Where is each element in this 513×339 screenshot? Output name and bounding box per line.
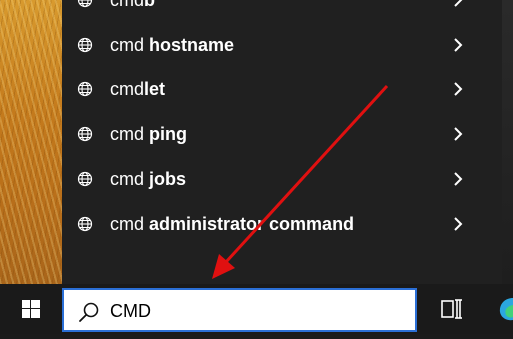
suggestion-label: cmd jobs bbox=[110, 169, 186, 190]
suggestion-completion: administrator command bbox=[149, 214, 355, 234]
suggestion-completion: b bbox=[144, 0, 156, 10]
suggestion-label: cmd hostname bbox=[110, 35, 234, 56]
windows-logo-icon bbox=[22, 300, 40, 318]
suggestion-query-prefix: cmd bbox=[110, 169, 150, 189]
suggestion-item[interactable]: cmd administrator command bbox=[62, 202, 502, 246]
suggestion-completion: let bbox=[144, 79, 166, 99]
suggestion-label: cmd administrator command bbox=[110, 214, 354, 235]
chevron-right-icon[interactable] bbox=[451, 0, 465, 9]
taskbar bbox=[0, 284, 513, 334]
suggestion-query-prefix: cmd bbox=[110, 35, 150, 55]
task-view-icon[interactable] bbox=[438, 297, 464, 321]
globe-icon bbox=[77, 216, 93, 232]
suggestion-label: cmd ping bbox=[110, 124, 187, 145]
chevron-right-icon[interactable] bbox=[451, 36, 465, 54]
suggestion-item[interactable]: cmd ping bbox=[62, 112, 502, 156]
globe-icon bbox=[77, 81, 93, 97]
globe-icon bbox=[77, 0, 93, 8]
suggestion-completion: hostname bbox=[149, 35, 235, 55]
chevron-right-icon[interactable] bbox=[451, 125, 465, 143]
suggestion-item[interactable]: cmdb bbox=[62, 0, 502, 22]
globe-icon bbox=[77, 171, 93, 187]
search-icon bbox=[79, 302, 99, 322]
search-input[interactable] bbox=[110, 298, 400, 324]
suggestion-label: cmdlet bbox=[110, 79, 165, 100]
start-button[interactable] bbox=[0, 284, 62, 334]
suggestion-query-prefix: cmd bbox=[110, 214, 150, 234]
suggestion-item[interactable]: cmd hostname bbox=[62, 23, 502, 67]
chevron-right-icon[interactable] bbox=[451, 170, 465, 188]
suggestion-query-prefix: cmd bbox=[110, 0, 145, 10]
globe-icon bbox=[77, 126, 93, 142]
browser-taskbar-icon[interactable] bbox=[498, 296, 513, 322]
desktop-wallpaper bbox=[0, 0, 62, 284]
suggestion-completion: jobs bbox=[149, 169, 187, 189]
suggestion-query-prefix: cmd bbox=[110, 124, 150, 144]
desktop-wallpaper-edge bbox=[502, 0, 513, 284]
search-suggestions-panel: cmdb cmd hostname cmdlet cmd ping cmd jobs cm… bbox=[62, 0, 502, 284]
suggestion-item[interactable]: cmd jobs bbox=[62, 157, 502, 201]
suggestion-query-prefix: cmd bbox=[110, 79, 145, 99]
chevron-right-icon[interactable] bbox=[451, 215, 465, 233]
chevron-right-icon[interactable] bbox=[451, 80, 465, 98]
globe-icon bbox=[77, 37, 93, 53]
suggestion-item[interactable]: cmdlet bbox=[62, 67, 502, 111]
suggestion-label: cmdb bbox=[110, 0, 155, 11]
search-box[interactable] bbox=[62, 288, 417, 332]
suggestion-completion: ping bbox=[149, 124, 188, 144]
